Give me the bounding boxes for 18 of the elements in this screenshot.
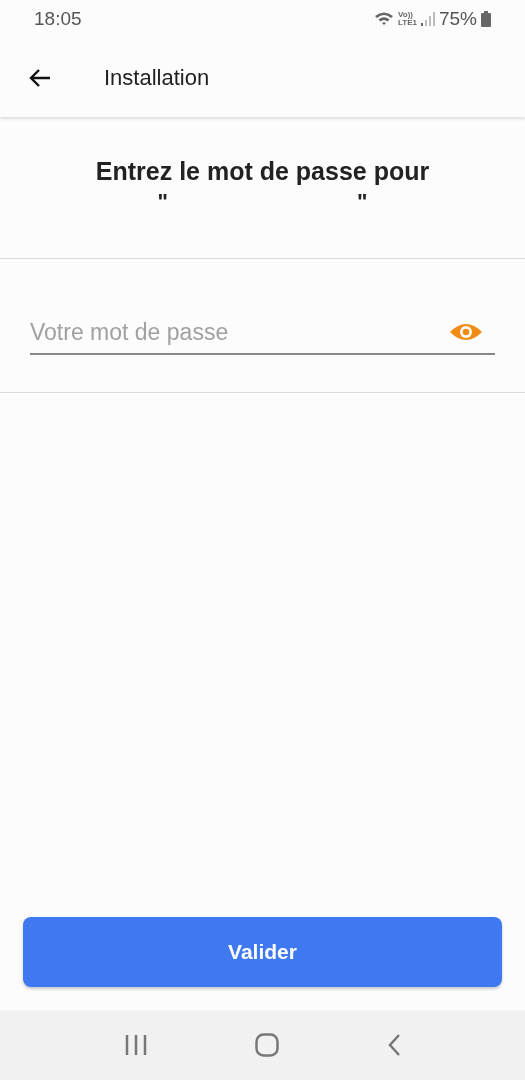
signal-icon	[420, 12, 435, 26]
battery-icon	[481, 11, 491, 27]
wifi-icon	[374, 11, 394, 27]
recent-apps-icon[interactable]	[123, 1034, 148, 1056]
volte-label: Vo))	[398, 11, 413, 19]
eye-icon[interactable]	[449, 321, 483, 343]
screen-title: Installation	[104, 64, 210, 92]
status-time: 18:05	[34, 6, 82, 31]
network-label: LTE1	[398, 19, 417, 27]
password-field[interactable]: Votre mot de passe	[30, 311, 495, 355]
home-icon[interactable]	[255, 1033, 280, 1057]
quote-mark: "	[157, 190, 168, 213]
back-arrow-icon	[28, 67, 52, 88]
battery-percent: 75%	[438, 6, 477, 31]
submit-button[interactable]: Valider	[23, 917, 502, 987]
back-icon[interactable]	[387, 1033, 402, 1057]
quote-mark: "	[357, 190, 368, 213]
prompt-text: Entrez le mot de passe pour	[95, 156, 430, 187]
